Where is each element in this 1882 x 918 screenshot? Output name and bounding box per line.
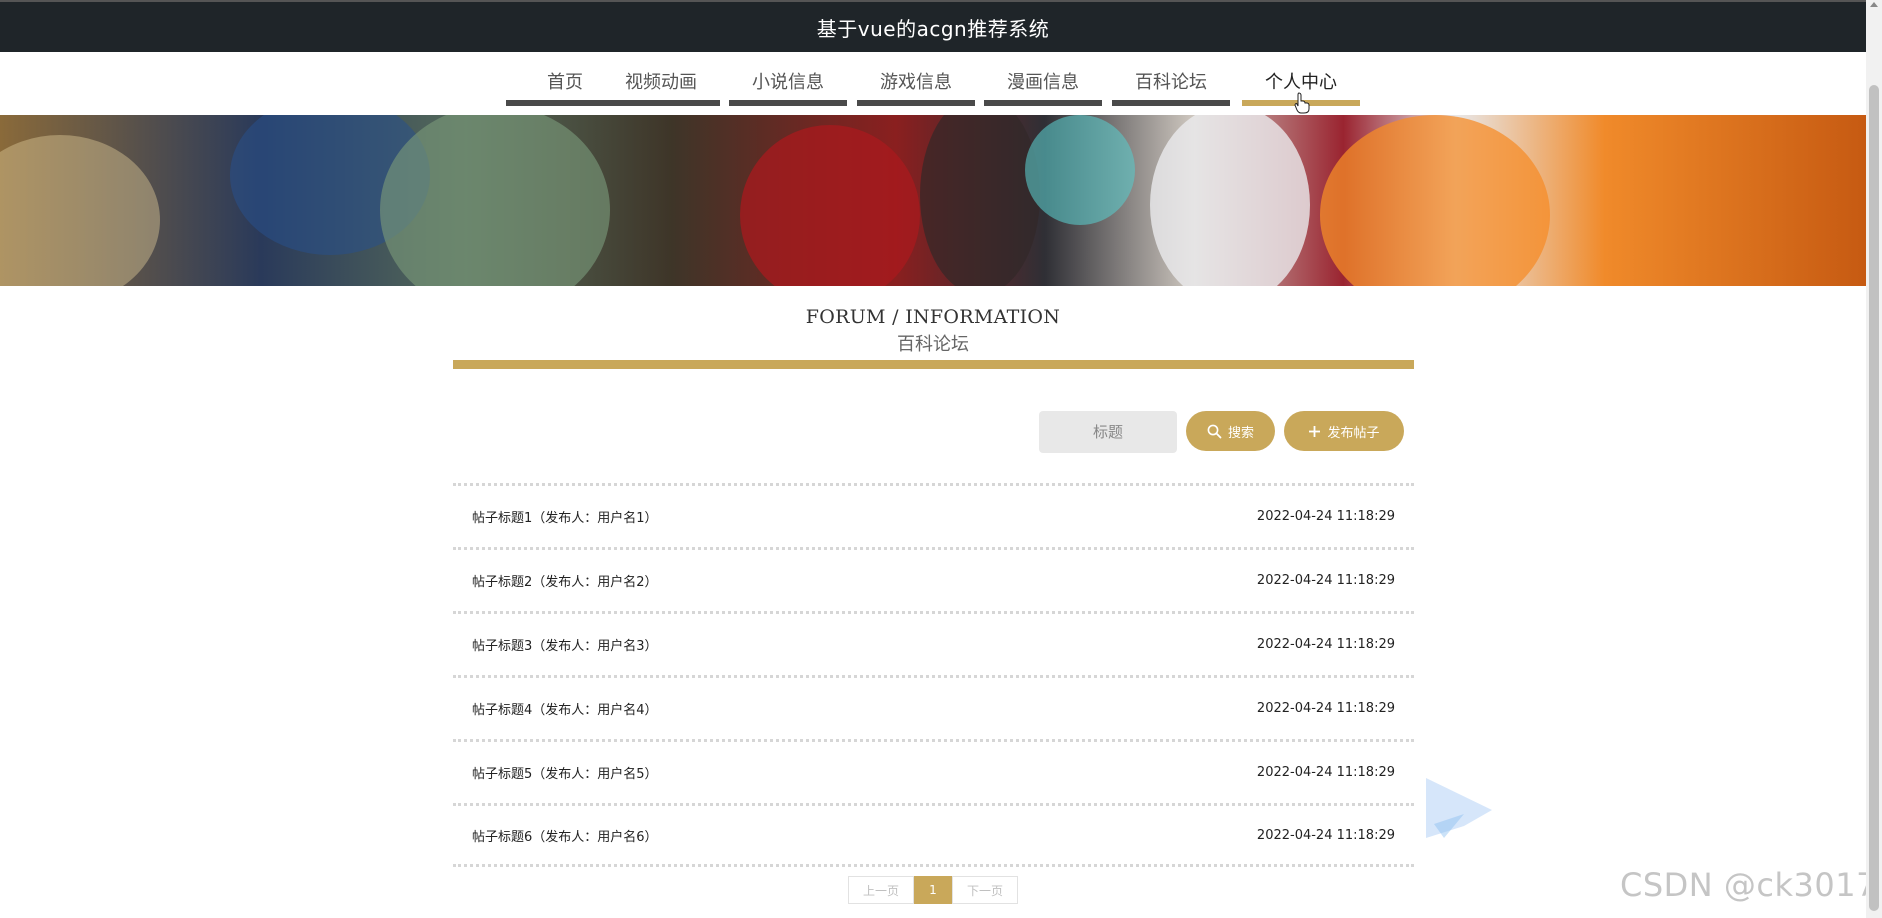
section-divider [453, 360, 1414, 369]
post-row[interactable]: 帖子标题2（发布人：用户名2） 2022-04-24 11:18:29 [453, 547, 1414, 611]
main-nav: 首页 视频动画 小说信息 游戏信息 漫画信息 百科论坛 个人中心 [0, 52, 1866, 115]
post-title: 帖子标题1（发布人：用户名1） [472, 511, 658, 526]
post-time: 2022-04-24 11:18:29 [1256, 573, 1395, 588]
scrollbar-thumb[interactable] [1869, 85, 1879, 911]
publish-post-label: 发布帖子 [1327, 425, 1380, 441]
hero-banner-image [0, 115, 1866, 286]
hand-cursor-icon [1294, 92, 1310, 114]
post-title: 帖子标题4（发布人：用户名4） [472, 703, 658, 718]
search-icon [1207, 424, 1222, 438]
scroll-up-arrow-icon[interactable] [1870, 2, 1878, 7]
search-button-label: 搜索 [1227, 425, 1254, 441]
title-search-input[interactable] [1039, 411, 1177, 453]
nav-label: 个人中心 [1265, 72, 1337, 93]
post-time: 2022-04-24 11:18:29 [1256, 637, 1395, 652]
page-scrollbar[interactable] [1866, 0, 1882, 918]
post-row[interactable]: 帖子标题4（发布人：用户名4） 2022-04-24 11:18:29 [453, 675, 1414, 739]
post-time: 2022-04-24 11:18:29 [1256, 509, 1395, 524]
nav-item-game-info[interactable]: 游戏信息 [857, 52, 975, 106]
section-heading: FORUM / INFORMATION 百科论坛 [0, 306, 1866, 356]
post-title: 帖子标题3（发布人：用户名3） [472, 639, 658, 654]
plus-icon [1309, 425, 1321, 437]
post-row[interactable]: 帖子标题1（发布人：用户名1） 2022-04-24 11:18:29 [453, 483, 1414, 547]
nav-label: 视频动画 [625, 72, 697, 93]
floating-play-logo-icon [1426, 778, 1492, 838]
page-number-button[interactable]: 1 [914, 876, 952, 904]
search-button[interactable]: 搜索 [1186, 411, 1275, 451]
post-title: 帖子标题5（发布人：用户名5） [472, 767, 658, 782]
pagination: 上一页 1 下一页 [848, 876, 1018, 904]
watermark-text: CSDN @ck3017 [1620, 866, 1877, 904]
nav-item-novel-info[interactable]: 小说信息 [729, 52, 847, 106]
publish-post-button[interactable]: 发布帖子 [1284, 411, 1404, 451]
nav-label: 游戏信息 [880, 72, 952, 93]
post-title: 帖子标题6（发布人：用户名6） [472, 829, 658, 845]
nav-label: 百科论坛 [1135, 72, 1207, 93]
post-time: 2022-04-24 11:18:29 [1256, 827, 1395, 843]
site-title: 基于vue的acgn推荐系统 [816, 16, 1050, 41]
prev-page-button[interactable]: 上一页 [848, 876, 914, 904]
nav-item-comic-info[interactable]: 漫画信息 [984, 52, 1102, 106]
section-title-en: FORUM / INFORMATION [805, 306, 1061, 328]
post-time: 2022-04-24 11:18:29 [1256, 701, 1395, 716]
post-row[interactable]: 帖子标题3（发布人：用户名3） 2022-04-24 11:18:29 [453, 611, 1414, 675]
nav-item-forum[interactable]: 百科论坛 [1112, 52, 1230, 106]
post-time: 2022-04-24 11:18:29 [1256, 765, 1395, 780]
nav-label: 首页 [547, 72, 583, 93]
top-header: 基于vue的acgn推荐系统 [0, 0, 1866, 52]
nav-label: 小说信息 [752, 72, 824, 93]
post-list: 帖子标题1（发布人：用户名1） 2022-04-24 11:18:29 帖子标题… [453, 483, 1414, 867]
nav-item-video-animation[interactable]: 视频动画 [602, 52, 720, 106]
post-title: 帖子标题2（发布人：用户名2） [472, 575, 658, 590]
post-row[interactable]: 帖子标题6（发布人：用户名6） 2022-04-24 11:18:29 [453, 803, 1414, 867]
nav-label: 漫画信息 [1007, 72, 1079, 93]
next-page-button[interactable]: 下一页 [952, 876, 1018, 904]
post-row[interactable]: 帖子标题5（发布人：用户名5） 2022-04-24 11:18:29 [453, 739, 1414, 803]
section-title-cn: 百科论坛 [897, 334, 969, 355]
